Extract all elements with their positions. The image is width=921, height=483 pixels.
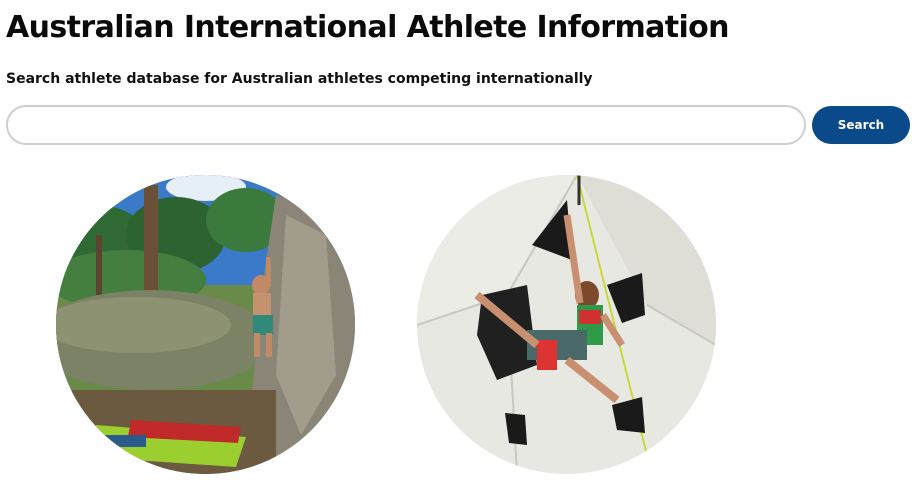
athlete-photo-indoor-climbing[interactable] bbox=[417, 175, 716, 474]
search-input[interactable] bbox=[6, 105, 806, 145]
indoor-climbing-image bbox=[417, 175, 716, 474]
athlete-photo-bouldering[interactable] bbox=[56, 175, 355, 474]
page-subtitle: Search athlete database for Australian a… bbox=[6, 71, 593, 87]
page-title: Australian International Athlete Informa… bbox=[6, 10, 730, 45]
bouldering-image bbox=[56, 175, 355, 474]
search-button[interactable]: Search bbox=[812, 106, 910, 144]
